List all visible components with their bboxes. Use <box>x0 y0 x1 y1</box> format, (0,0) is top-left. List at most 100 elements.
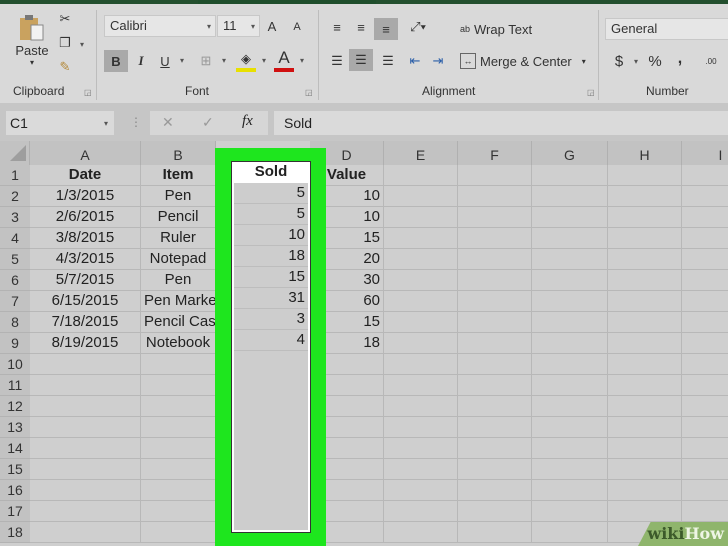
row-header[interactable]: 16 <box>0 480 30 501</box>
cell[interactable] <box>532 228 608 249</box>
cell[interactable] <box>458 333 532 354</box>
number-format-dropdown[interactable]: General <box>605 18 728 40</box>
cell[interactable] <box>532 501 608 522</box>
cell[interactable]: 5/7/2015 <box>30 270 141 291</box>
cell[interactable] <box>384 333 458 354</box>
cell[interactable] <box>384 207 458 228</box>
row-header[interactable]: 1 <box>0 165 30 186</box>
cell[interactable] <box>682 354 728 375</box>
cell[interactable] <box>532 186 608 207</box>
cell[interactable] <box>532 354 608 375</box>
cell[interactable] <box>608 186 682 207</box>
cell[interactable]: 6/15/2015 <box>30 291 141 312</box>
cell[interactable] <box>682 291 728 312</box>
cell[interactable] <box>458 396 532 417</box>
chevron-down-icon[interactable]: ▾ <box>80 40 84 49</box>
cell[interactable] <box>141 438 216 459</box>
cell[interactable] <box>384 291 458 312</box>
align-top-icon[interactable]: ≡ <box>327 18 347 36</box>
bold-button[interactable]: B <box>104 50 128 72</box>
cell[interactable]: 31 <box>234 288 308 309</box>
cell[interactable] <box>608 501 682 522</box>
row-header[interactable]: 10 <box>0 354 30 375</box>
cell[interactable] <box>384 396 458 417</box>
column-header-i[interactable]: I <box>682 141 728 165</box>
cell[interactable] <box>384 522 458 543</box>
cell[interactable] <box>682 417 728 438</box>
cell[interactable] <box>141 480 216 501</box>
italic-button[interactable]: I <box>132 50 150 72</box>
cell[interactable] <box>608 396 682 417</box>
cell[interactable]: 4/3/2015 <box>30 249 141 270</box>
cell[interactable] <box>682 480 728 501</box>
cell[interactable] <box>384 501 458 522</box>
cell[interactable]: Pen Marker <box>141 291 216 312</box>
cell[interactable] <box>458 459 532 480</box>
cell[interactable] <box>532 459 608 480</box>
cell[interactable] <box>458 249 532 270</box>
row-header[interactable]: 4 <box>0 228 30 249</box>
column-header-b[interactable]: B <box>141 141 216 165</box>
cell[interactable] <box>30 438 141 459</box>
merge-center-button[interactable]: ↔ Merge & Center ▾ <box>460 50 586 72</box>
cell[interactable] <box>384 354 458 375</box>
cell[interactable] <box>384 480 458 501</box>
cell[interactable] <box>384 375 458 396</box>
row-header[interactable]: 9 <box>0 333 30 354</box>
underline-button[interactable]: U <box>156 50 174 72</box>
cell[interactable] <box>458 354 532 375</box>
dialog-launcher-icon[interactable]: ◲ <box>587 88 595 97</box>
cell[interactable] <box>608 417 682 438</box>
active-cell-c1[interactable]: Sold <box>234 162 308 183</box>
cell[interactable] <box>384 459 458 480</box>
wrap-text-button[interactable]: ab Wrap Text <box>460 18 532 40</box>
cell[interactable] <box>458 207 532 228</box>
cell[interactable] <box>532 312 608 333</box>
cell[interactable] <box>608 480 682 501</box>
decrease-indent-icon[interactable]: ⇤ <box>405 50 425 72</box>
orientation-icon[interactable]: ⤢▾ <box>406 18 430 36</box>
column-header-h[interactable]: H <box>608 141 682 165</box>
cell[interactable] <box>30 459 141 480</box>
cell[interactable] <box>682 186 728 207</box>
row-header[interactable]: 5 <box>0 249 30 270</box>
cell[interactable] <box>30 417 141 438</box>
align-bottom-icon[interactable]: ≡ <box>374 18 398 40</box>
cell[interactable]: Pencil <box>141 207 216 228</box>
comma-style-button[interactable]: , <box>674 48 686 70</box>
drag-handle-icon[interactable]: ⋮ <box>130 115 142 129</box>
row-header[interactable]: 15 <box>0 459 30 480</box>
cell[interactable]: 2/6/2015 <box>30 207 141 228</box>
cell[interactable] <box>384 165 458 186</box>
cell[interactable] <box>141 396 216 417</box>
row-header[interactable]: 11 <box>0 375 30 396</box>
cell[interactable] <box>682 375 728 396</box>
cell[interactable] <box>384 417 458 438</box>
cell[interactable] <box>532 438 608 459</box>
cell[interactable] <box>458 522 532 543</box>
decrease-font-size-button[interactable]: A <box>290 18 304 36</box>
cell[interactable]: 15 <box>234 267 308 288</box>
cell[interactable] <box>608 354 682 375</box>
cancel-icon[interactable]: ✕ <box>162 114 174 131</box>
cell[interactable] <box>532 480 608 501</box>
row-header[interactable]: 17 <box>0 501 30 522</box>
cell[interactable] <box>384 249 458 270</box>
cell[interactable] <box>458 291 532 312</box>
cell[interactable]: Pencil Case <box>141 312 216 333</box>
cell[interactable] <box>458 501 532 522</box>
increase-indent-icon[interactable]: ⇥ <box>428 50 448 72</box>
row-header[interactable]: 18 <box>0 522 30 543</box>
cell[interactable]: Notebook <box>141 333 216 354</box>
cell[interactable] <box>141 354 216 375</box>
cell[interactable]: 18 <box>234 246 308 267</box>
cell[interactable] <box>682 165 728 186</box>
cell[interactable]: 10 <box>234 225 308 246</box>
copy-icon[interactable]: ❐ <box>56 34 74 52</box>
cell[interactable] <box>384 438 458 459</box>
font-color-icon[interactable]: A <box>274 48 294 72</box>
cell[interactable]: 4 <box>234 330 308 351</box>
cell[interactable] <box>608 312 682 333</box>
cell[interactable] <box>458 438 532 459</box>
font-size-dropdown[interactable]: 11 ▾ <box>217 15 260 37</box>
